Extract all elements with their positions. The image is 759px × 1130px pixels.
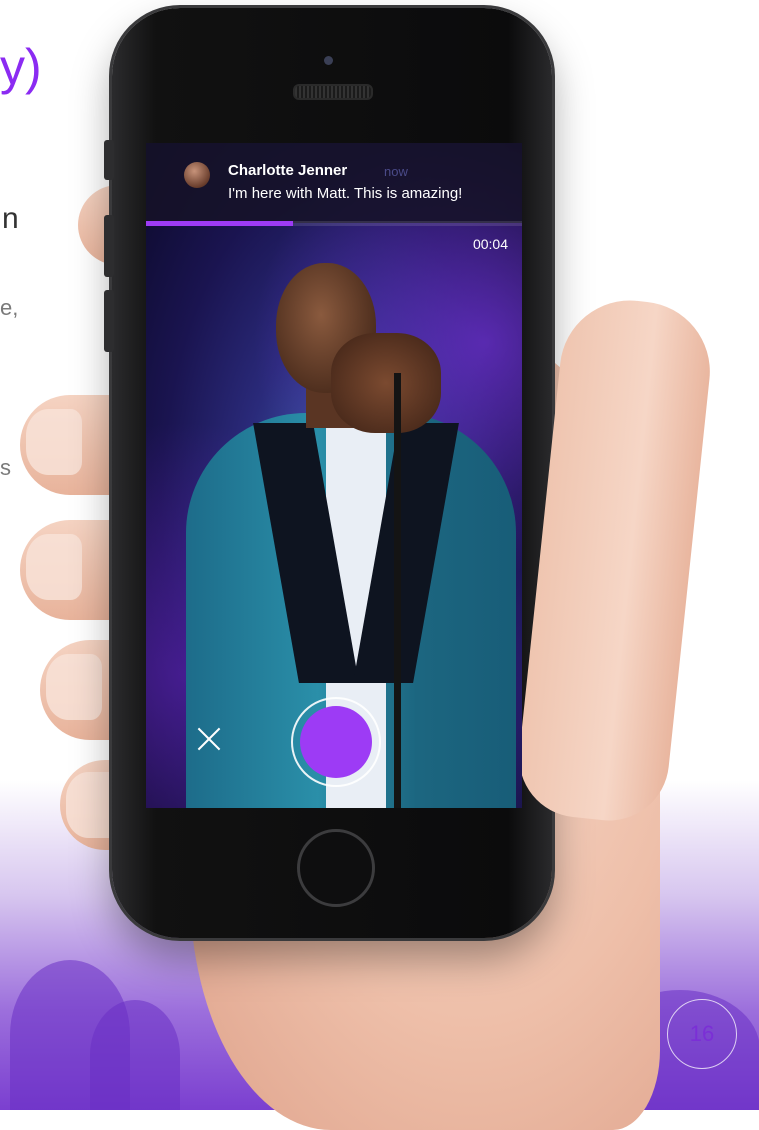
phone-screen: Charlotte Jenner now I'm here with Matt.…: [146, 143, 522, 808]
playback-progress-fill: [146, 221, 293, 226]
mute-switch: [104, 140, 114, 180]
crowd-silhouette: [90, 1000, 180, 1110]
page-number: 16: [689, 1021, 715, 1046]
message-text: I'm here with Matt. This is amazing!: [228, 185, 463, 202]
avatar: [184, 162, 210, 188]
message-time: now: [384, 164, 408, 179]
message-bar: Charlotte Jenner now I'm here with Matt.…: [146, 143, 522, 223]
slide-title-fragment: y): [0, 39, 42, 95]
volume-up-button: [104, 215, 114, 277]
front-camera: [324, 56, 333, 65]
home-button[interactable]: [297, 829, 375, 907]
performer-hands: [331, 333, 441, 433]
playback-progress: [146, 221, 522, 226]
page-number-badge: 16: [667, 999, 737, 1069]
slide-subtitle-fragment: n: [2, 202, 19, 235]
playback-timer: 00:04: [472, 236, 508, 252]
slide-body-fragment: e,: [0, 295, 19, 320]
close-icon[interactable]: [196, 726, 222, 752]
slide-body-fragment: s: [0, 455, 11, 480]
record-dot: [300, 706, 372, 778]
volume-down-button: [104, 290, 114, 352]
mic-stand: [394, 373, 401, 808]
record-button[interactable]: [291, 697, 381, 787]
earpiece-speaker: [293, 84, 373, 100]
message-author: Charlotte Jenner: [228, 162, 348, 179]
